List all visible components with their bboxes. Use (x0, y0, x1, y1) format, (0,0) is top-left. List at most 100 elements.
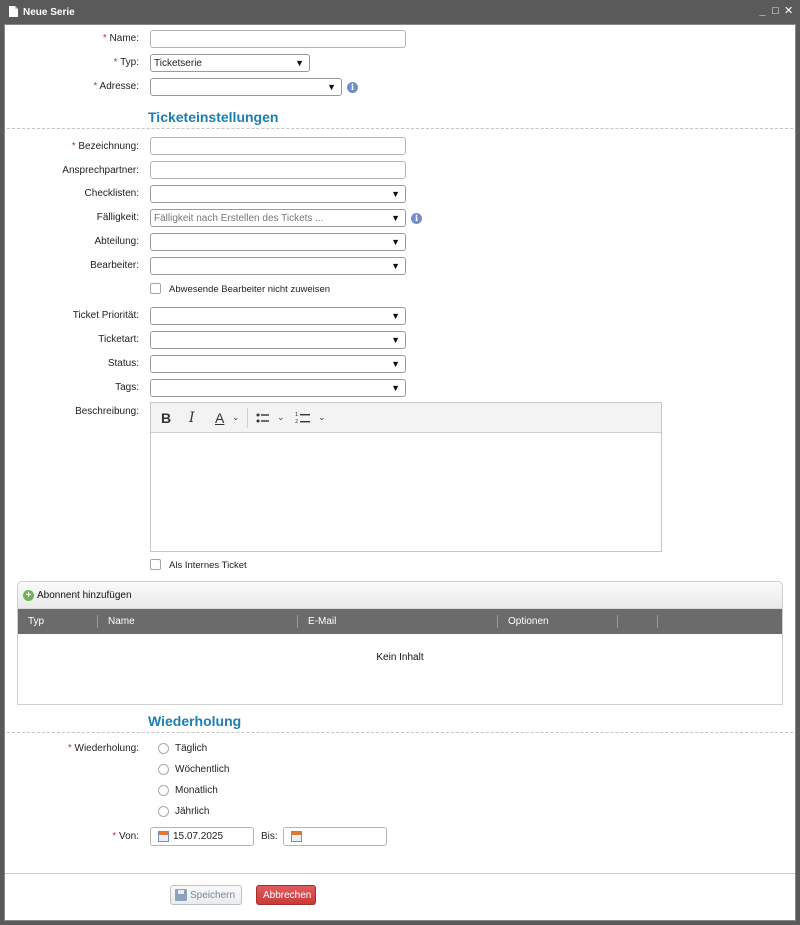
abteilung-label: Abteilung: (94, 236, 139, 247)
bis-date-input[interactable] (283, 827, 387, 846)
info-icon[interactable]: i (411, 213, 422, 224)
dropdown-arrow-icon: ▼ (391, 335, 400, 345)
bezeichnung-label: * Bezeichnung: (71, 141, 139, 152)
typ-select[interactable]: Ticketserie ▼ (150, 54, 310, 72)
column-separator (97, 615, 98, 628)
radio-jaehrlich[interactable] (158, 806, 169, 817)
close-icon[interactable]: ✕ (784, 5, 793, 17)
column-header-typ[interactable]: Typ (28, 616, 44, 627)
chevron-down-icon[interactable]: ⌄ (232, 412, 240, 423)
dropdown-arrow-icon: ▼ (391, 237, 400, 247)
column-separator (497, 615, 498, 628)
bezeichnung-input[interactable] (150, 137, 406, 155)
dropdown-arrow-icon: ▼ (391, 261, 400, 271)
title-bar[interactable]: Neue Serie _ □ ✕ (4, 0, 796, 24)
status-label: Status: (107, 358, 139, 369)
bearbeiter-select[interactable]: ▼ (150, 257, 406, 275)
dropdown-arrow-icon: ▼ (391, 213, 400, 223)
minimize-icon[interactable]: _ (758, 5, 767, 17)
subscribers-panel: + Abonnent hinzufügen Typ Name E-Mail Op… (17, 581, 783, 705)
typ-label: * Typ: (113, 57, 139, 68)
ticketart-label: Ticketart: (98, 334, 139, 345)
faelligkeit-select[interactable]: Fälligkeit nach Erstellen des Tickets ..… (150, 209, 406, 227)
footer-divider (5, 873, 795, 874)
tags-label: Tags: (115, 382, 139, 393)
section-divider (7, 732, 793, 733)
toolbar-separator (247, 408, 248, 428)
svg-text:2: 2 (295, 419, 298, 425)
dialog-content: * Name: * Typ: Ticketserie ▼ * Adresse: … (4, 24, 796, 921)
bullet-list-icon[interactable] (256, 412, 270, 424)
ansprechpartner-input[interactable] (150, 161, 406, 179)
save-disk-icon (175, 889, 187, 901)
wiederholung-label: * Wiederholung: (67, 743, 139, 754)
status-select[interactable]: ▼ (150, 355, 406, 373)
chevron-down-icon[interactable]: ⌄ (318, 412, 326, 423)
description-editor: B I A ⌄ ⌄ 1 2 ⌄ (150, 402, 662, 552)
bold-icon[interactable]: B (161, 410, 171, 426)
column-header-name[interactable]: Name (108, 616, 135, 627)
calendar-icon[interactable] (291, 831, 302, 842)
dropdown-arrow-icon: ▼ (391, 311, 400, 321)
internal-ticket-checkbox[interactable] (150, 559, 161, 570)
column-separator (617, 615, 618, 628)
svg-text:1: 1 (295, 412, 298, 418)
adresse-label: * Adresse: (93, 81, 139, 92)
column-separator (297, 615, 298, 628)
radio-label-jaehrlich: Jährlich (175, 806, 210, 817)
abwesende-checkbox[interactable] (150, 283, 161, 294)
faelligkeit-label: Fälligkeit: (96, 212, 139, 223)
dropdown-arrow-icon: ▼ (391, 383, 400, 393)
numbered-list-icon[interactable]: 1 2 (295, 411, 311, 425)
von-label: * Von: (112, 831, 139, 842)
adresse-select[interactable]: ▼ (150, 78, 342, 96)
internal-ticket-checkbox-label: Als Internes Ticket (169, 560, 247, 571)
column-header-optionen[interactable]: Optionen (508, 616, 549, 627)
dropdown-arrow-icon: ▼ (391, 189, 400, 199)
prioritaet-label: Ticket Priorität: (72, 310, 139, 321)
section-title-ticketeinstellungen: Ticketeinstellungen (148, 109, 279, 125)
abwesende-checkbox-label: Abwesende Bearbeiter nicht zuweisen (169, 284, 331, 295)
italic-icon[interactable]: I (189, 410, 195, 426)
add-subscriber-button[interactable]: + Abonnent hinzufügen (23, 590, 132, 601)
dialog-window: Neue Serie _ □ ✕ * Name: * Typ: Ticketse… (0, 0, 800, 925)
radio-label-monatlich: Monatlich (175, 785, 218, 796)
info-icon[interactable]: i (347, 82, 358, 93)
editor-toolbar: B I A ⌄ ⌄ 1 2 ⌄ (151, 403, 661, 433)
ticketart-select[interactable]: ▼ (150, 331, 406, 349)
maximize-icon[interactable]: □ (771, 5, 780, 17)
column-header-email[interactable]: E-Mail (308, 616, 336, 627)
radio-woechentlich[interactable] (158, 764, 169, 775)
dropdown-arrow-icon: ▼ (391, 359, 400, 369)
calendar-icon[interactable] (158, 831, 169, 842)
subscribers-toolbar: + Abonnent hinzufügen (18, 582, 782, 609)
cancel-button[interactable]: Abbrechen (256, 885, 316, 905)
beschreibung-label: Beschreibung: (75, 406, 139, 417)
radio-label-taeglich: Täglich (175, 743, 208, 754)
von-date-input[interactable]: 15.07.2025 (150, 827, 254, 846)
editor-body[interactable] (151, 434, 661, 551)
name-input[interactable] (150, 30, 406, 48)
section-divider (7, 128, 793, 129)
checklisten-label: Checklisten: (84, 188, 139, 199)
bis-label: Bis: (261, 831, 278, 842)
dropdown-arrow-icon: ▼ (295, 58, 304, 68)
abteilung-select[interactable]: ▼ (150, 233, 406, 251)
subscribers-grid-header: Typ Name E-Mail Optionen (18, 609, 782, 634)
ansprechpartner-label: Ansprechpartner: (62, 165, 139, 176)
column-separator (657, 615, 658, 628)
checklisten-select[interactable]: ▼ (150, 185, 406, 203)
radio-monatlich[interactable] (158, 785, 169, 796)
chevron-down-icon[interactable]: ⌄ (277, 412, 285, 423)
plus-icon: + (23, 590, 34, 601)
name-label: * Name: (102, 33, 139, 44)
radio-taeglich[interactable] (158, 743, 169, 754)
prioritaet-select[interactable]: ▼ (150, 307, 406, 325)
save-button[interactable]: Speichern (170, 885, 242, 905)
radio-label-woechentlich: Wöchentlich (175, 764, 230, 775)
window-title: Neue Serie (23, 7, 75, 18)
tags-select[interactable]: ▼ (150, 379, 406, 397)
font-color-icon[interactable]: A (215, 410, 224, 426)
section-title-wiederholung: Wiederholung (148, 713, 242, 729)
bearbeiter-label: Bearbeiter: (90, 260, 139, 271)
